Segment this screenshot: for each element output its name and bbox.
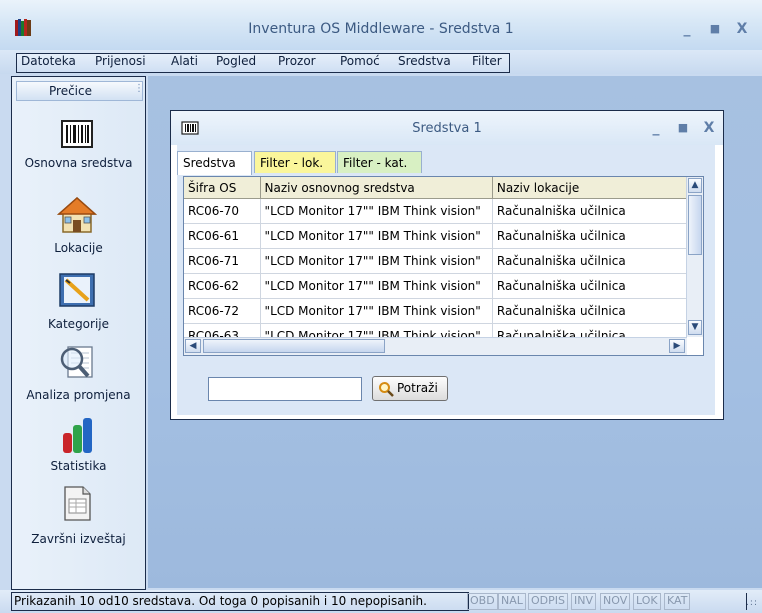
cell-lokacija: Računalniška učilnica [492,198,687,224]
indicator-obd: OBD [467,593,498,610]
resize-grip-icon[interactable]: .:: [746,598,758,608]
shortcuts-header: Prečice ⋮ [16,81,144,101]
cell-lokacija: Računalniška učilnica [492,223,687,249]
cell-sifra: RC06-70 [184,198,261,224]
cell-naziv: "LCD Monitor 17"" IBM Think vision" [260,323,493,337]
table-row[interactable]: RC06-72 "LCD Monitor 17"" IBM Think visi… [184,298,687,324]
assets-table: Šifra OS Naziv osnovnog sredstva Naziv l… [184,177,687,337]
scroll-left-icon[interactable]: ◀ [185,339,201,353]
scroll-up-icon[interactable]: ▲ [688,178,702,193]
menu-alati[interactable]: Alati [171,54,198,68]
vertical-scroll-thumb[interactable] [688,195,702,255]
cell-naziv: "LCD Monitor 17"" IBM Think vision" [260,198,493,224]
barcode-icon [61,120,93,148]
status-message: Prikazanih 10 od10 sredstava. Od toga 0 … [11,592,469,611]
child-close-button[interactable]: X [700,120,718,136]
horizontal-scroll-thumb[interactable] [203,339,385,353]
menu-datoteka[interactable]: Datoteka [21,54,76,68]
shortcut-label: Završni izveštaj [31,532,126,546]
shortcut-label: Statistika [50,459,107,473]
table-row[interactable]: RC06-71 "LCD Monitor 17"" IBM Think visi… [184,248,687,274]
child-body: Sredstva Filter - lok. Filter - kat. Šif… [177,145,715,415]
assets-table-viewport: Šifra OS Naziv osnovnog sredstva Naziv l… [184,177,687,337]
menu-sredstva[interactable]: Sredstva [398,54,451,68]
indicator-nov: NOV [600,593,631,610]
house-icon [57,196,97,233]
cell-lokacija: Računalniška učilnica [492,298,687,324]
cell-sifra: RC06-71 [184,248,261,274]
menu-prozor[interactable]: Prozor [278,54,316,68]
column-header-naziv[interactable]: Naziv osnovnog sredstva [260,177,493,199]
magnifier-document-icon [60,346,93,378]
cell-lokacija: Računalniška učilnica [492,323,687,337]
indicator-odpis: ODPIS [528,593,568,610]
close-button[interactable]: X [733,21,751,37]
table-row[interactable]: RC06-62 "LCD Monitor 17"" IBM Think visi… [184,273,687,299]
child-minimize-button[interactable]: _ [647,120,665,136]
indicator-nal: NAL [498,593,526,610]
menu-filter[interactable]: Filter [472,54,502,68]
child-maximize-button[interactable]: ■ [674,120,692,136]
column-header-sifra[interactable]: Šifra OS [184,177,261,199]
notebook-icon [59,273,95,307]
sredstva-window: Sredstva 1 _ ■ X Sredstva Filter - lok. … [170,110,724,420]
cell-sifra: RC06-72 [184,298,261,324]
status-bar: Prikazanih 10 od10 sredstava. Od toga 0 … [0,590,762,613]
table-row[interactable]: RC06-63 "LCD Monitor 17"" IBM Think visi… [184,323,687,337]
shortcut-label: Analiza promjena [26,388,131,402]
menu-bar: Datoteka Prijenosi Alati Pogled Prozor P… [0,50,762,74]
search-icon [379,382,394,397]
cell-naziv: "LCD Monitor 17"" IBM Think vision" [260,298,493,324]
cell-naziv: "LCD Monitor 17"" IBM Think vision" [260,248,493,274]
shortcut-label: Kategorije [47,317,110,331]
assets-grid: Šifra OS Naziv osnovnog sredstva Naziv l… [183,176,704,356]
table-row[interactable]: RC06-70 "LCD Monitor 17"" IBM Think visi… [184,198,687,224]
bar-chart-icon [63,418,92,453]
tab-filter-lok[interactable]: Filter - lok. [254,151,336,173]
cell-sifra: RC06-62 [184,273,261,299]
menu-pogled[interactable]: Pogled [216,54,256,68]
search-button-label: Potraži [397,381,438,395]
report-document-icon [64,486,91,521]
cell-lokacija: Računalniška učilnica [492,248,687,274]
vertical-scrollbar[interactable]: ▲ ▼ [686,177,703,337]
window-title: Inventura OS Middleware - Sredstva 1 [248,21,514,37]
scroll-right-icon[interactable]: ▶ [669,339,685,353]
search-input[interactable] [208,377,362,401]
panel-grip-icon[interactable]: ⋮ [134,83,144,94]
shortcuts-panel: Prečice ⋮ Osnovna sredstva Lokacije Kate… [11,76,146,590]
child-window-title: Sredstva 1 [412,121,482,136]
indicator-inv: INV [571,593,596,610]
indicator-kat: KAT [664,593,691,610]
cell-lokacija: Računalniška učilnica [492,273,687,299]
title-bar: Inventura OS Middleware - Sredstva 1 _ ■… [0,0,762,50]
tab-sredstva[interactable]: Sredstva [177,151,252,175]
cell-naziv: "LCD Monitor 17"" IBM Think vision" [260,273,493,299]
column-header-lokacija[interactable]: Naziv lokacije [492,177,687,199]
table-row[interactable]: RC06-61 "LCD Monitor 17"" IBM Think visi… [184,223,687,249]
scroll-down-icon[interactable]: ▼ [688,320,702,335]
minimize-button[interactable]: _ [678,21,696,37]
horizontal-scrollbar[interactable]: ◀ ▶ [184,337,687,355]
maximize-button[interactable]: ■ [706,21,724,37]
shortcuts-header-label: Prečice [49,84,92,98]
cell-naziv: "LCD Monitor 17"" IBM Think vision" [260,223,493,249]
menu-prijenosi[interactable]: Prijenosi [95,54,146,68]
cell-sifra: RC06-61 [184,223,261,249]
cell-sifra: RC06-63 [184,323,261,337]
shortcut-label: Lokacije [54,241,103,255]
search-button[interactable]: Potraži [372,376,448,401]
shortcut-label: Osnovna sredstva [24,156,133,170]
child-title-bar: Sredstva 1 _ ■ X [171,111,723,145]
tab-filter-kat[interactable]: Filter - kat. [337,151,422,173]
indicator-lok: LOK [633,593,661,610]
menu-pomoc[interactable]: Pomoć [340,54,380,68]
table-header-row: Šifra OS Naziv osnovnog sredstva Naziv l… [184,177,687,199]
